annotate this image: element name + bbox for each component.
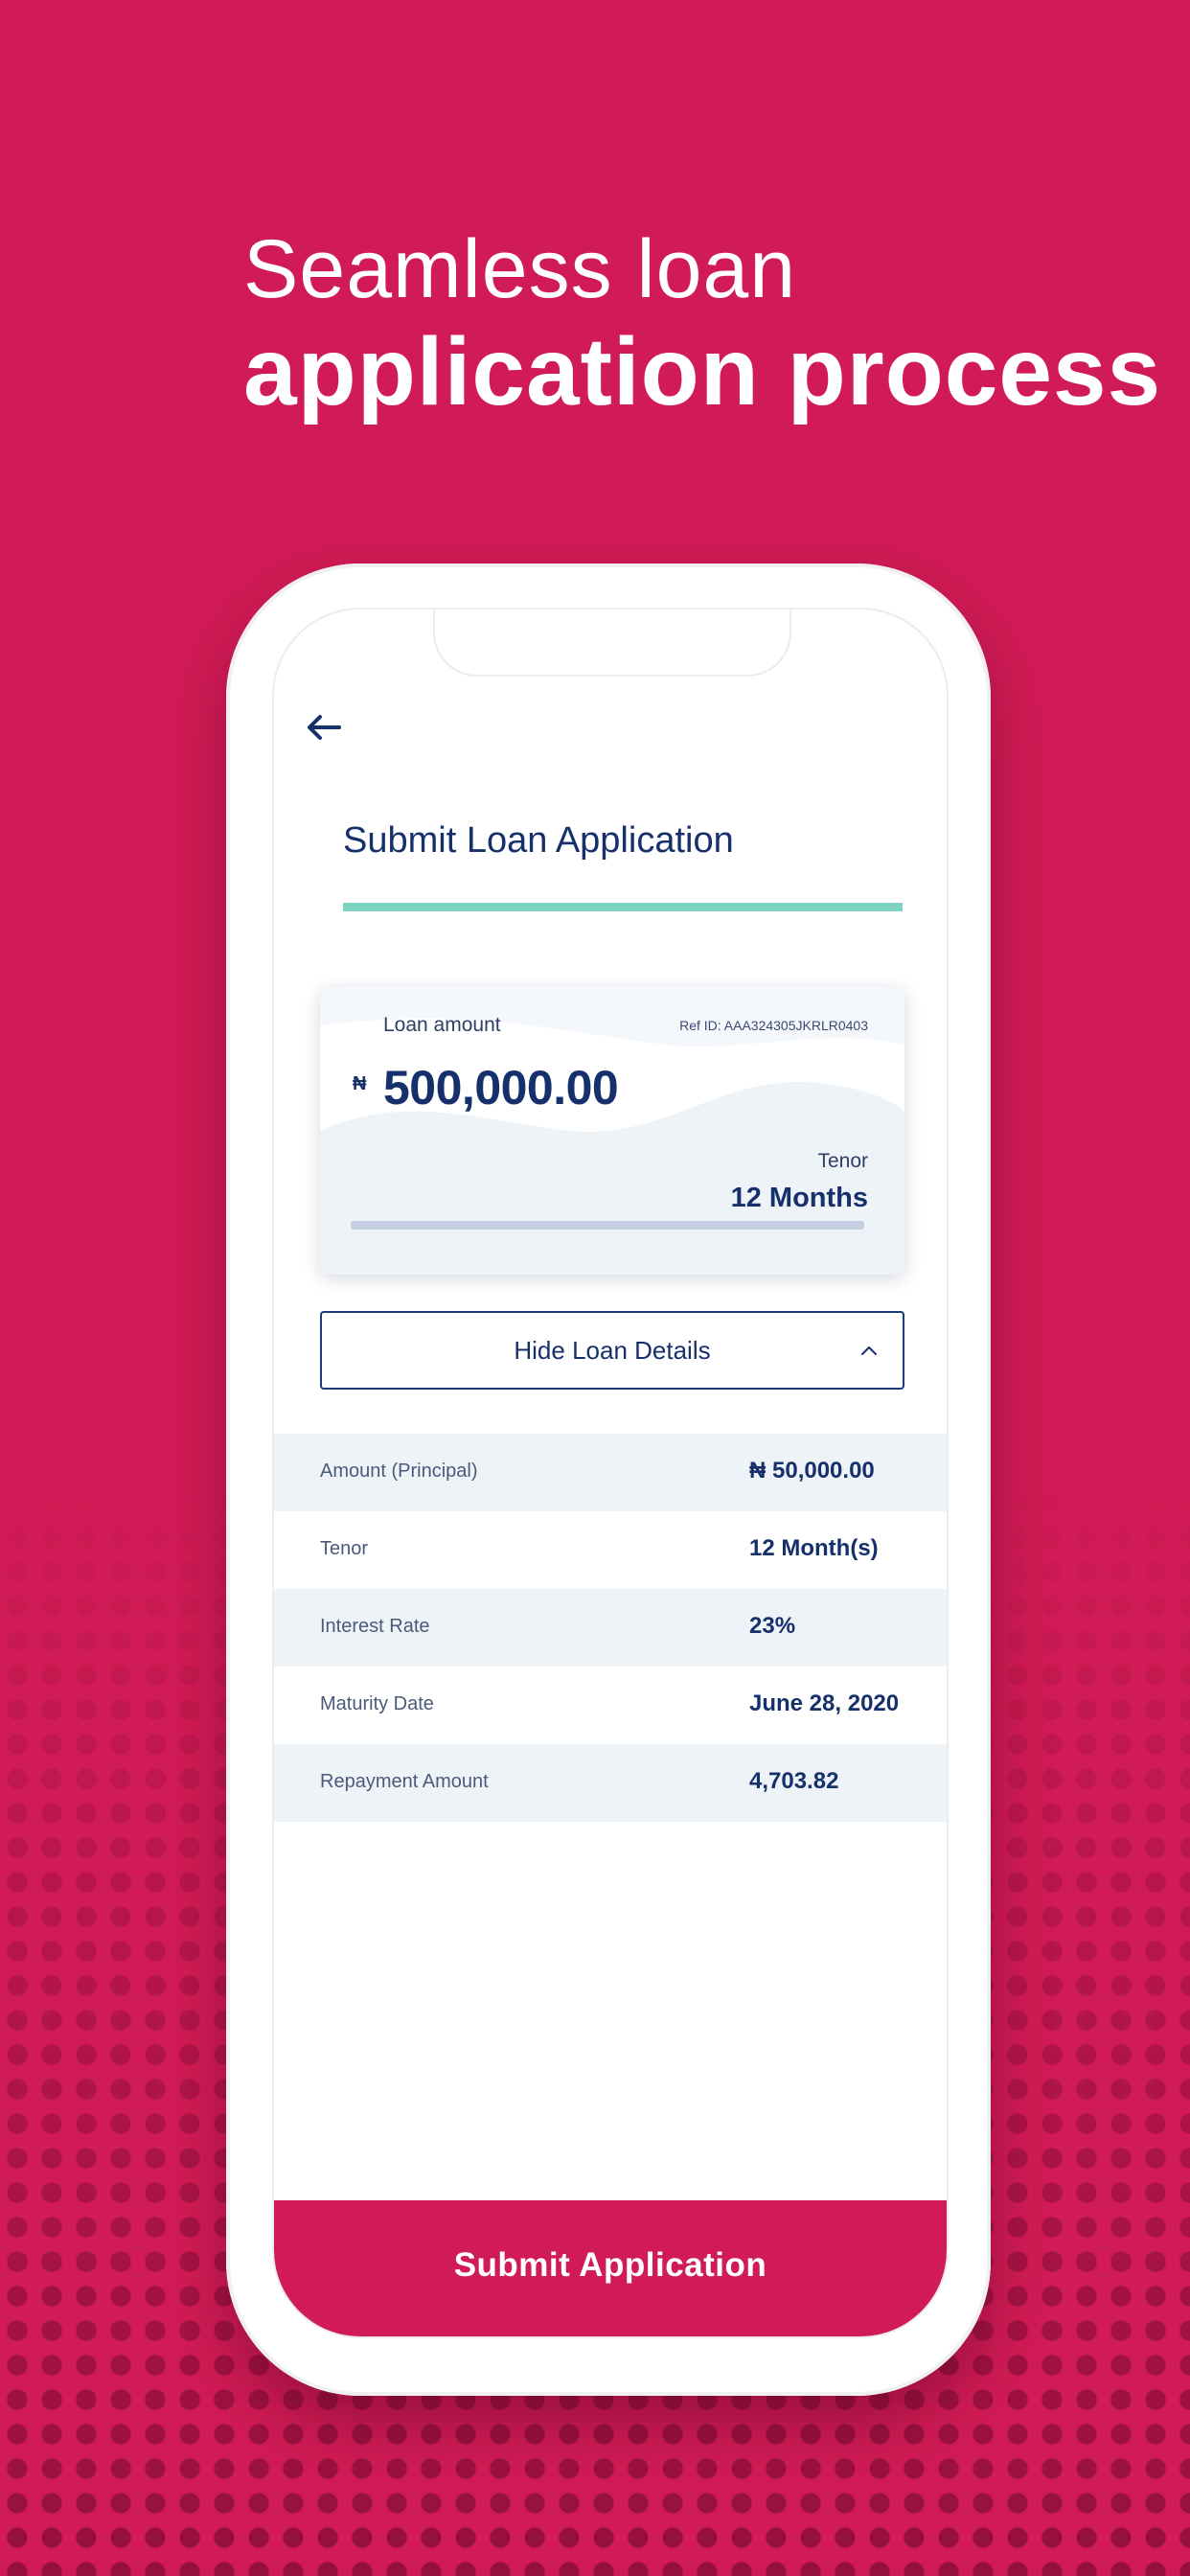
card-divider-bar (351, 1221, 864, 1230)
page-title: Submit Loan Application (343, 820, 734, 861)
arrow-left-icon[interactable] (301, 703, 349, 751)
title-underline (343, 903, 903, 911)
phone-notch (433, 610, 791, 677)
hide-loan-details-label: Hide Loan Details (514, 1335, 711, 1365)
detail-key: Interest Rate (320, 1616, 430, 1637)
loan-summary-card: Loan amount Ref ID: AAA324305JKRLR0403 ₦… (320, 987, 904, 1275)
tenor-label: Tenor (817, 1150, 868, 1172)
detail-key: Repayment Amount (320, 1771, 489, 1792)
detail-row-interest-rate: Interest Rate 23% (274, 1589, 947, 1667)
chevron-up-icon (858, 1340, 880, 1361)
headline-line-1: Seamless loan (243, 223, 797, 315)
detail-value: June 28, 2020 (749, 1690, 900, 1716)
detail-value: ₦ 50,000.00 (749, 1458, 875, 1484)
hide-loan-details-button[interactable]: Hide Loan Details (320, 1311, 904, 1390)
detail-row-tenor: Tenor 12 Month(s) (274, 1511, 947, 1589)
headline-line-2: application process (243, 317, 1162, 426)
loan-amount-label: Loan amount (383, 1014, 501, 1036)
detail-row-principal: Amount (Principal) ₦ 50,000.00 (274, 1434, 947, 1511)
submit-application-button[interactable]: Submit Application (274, 2200, 947, 2336)
reference-id: Ref ID: AAA324305JKRLR0403 (679, 1018, 868, 1033)
detail-key: Tenor (320, 1538, 369, 1559)
detail-value: 4,703.82 (749, 1768, 839, 1794)
currency-symbol: ₦ (353, 1073, 367, 1094)
detail-value: 23% (749, 1613, 796, 1639)
phone-screen: Submit Loan Application Loan amount Ref … (272, 608, 949, 2338)
phone-frame: Submit Loan Application Loan amount Ref … (226, 564, 991, 2396)
detail-key: Amount (Principal) (320, 1460, 478, 1482)
detail-row-maturity-date: Maturity Date June 28, 2020 (274, 1667, 947, 1744)
loan-amount-value: 500,000.00 (383, 1061, 619, 1115)
loan-details-table: Amount (Principal) ₦ 50,000.00 Tenor 12 … (274, 1434, 947, 1822)
promo-headline: Seamless loan application process (243, 222, 1161, 427)
submit-application-label: Submit Application (453, 2246, 767, 2284)
tenor-value: 12 Months (730, 1183, 868, 1213)
detail-value: 12 Month(s) (749, 1535, 879, 1561)
detail-key: Maturity Date (320, 1693, 434, 1714)
detail-row-repayment-amount: Repayment Amount 4,703.82 (274, 1744, 947, 1822)
